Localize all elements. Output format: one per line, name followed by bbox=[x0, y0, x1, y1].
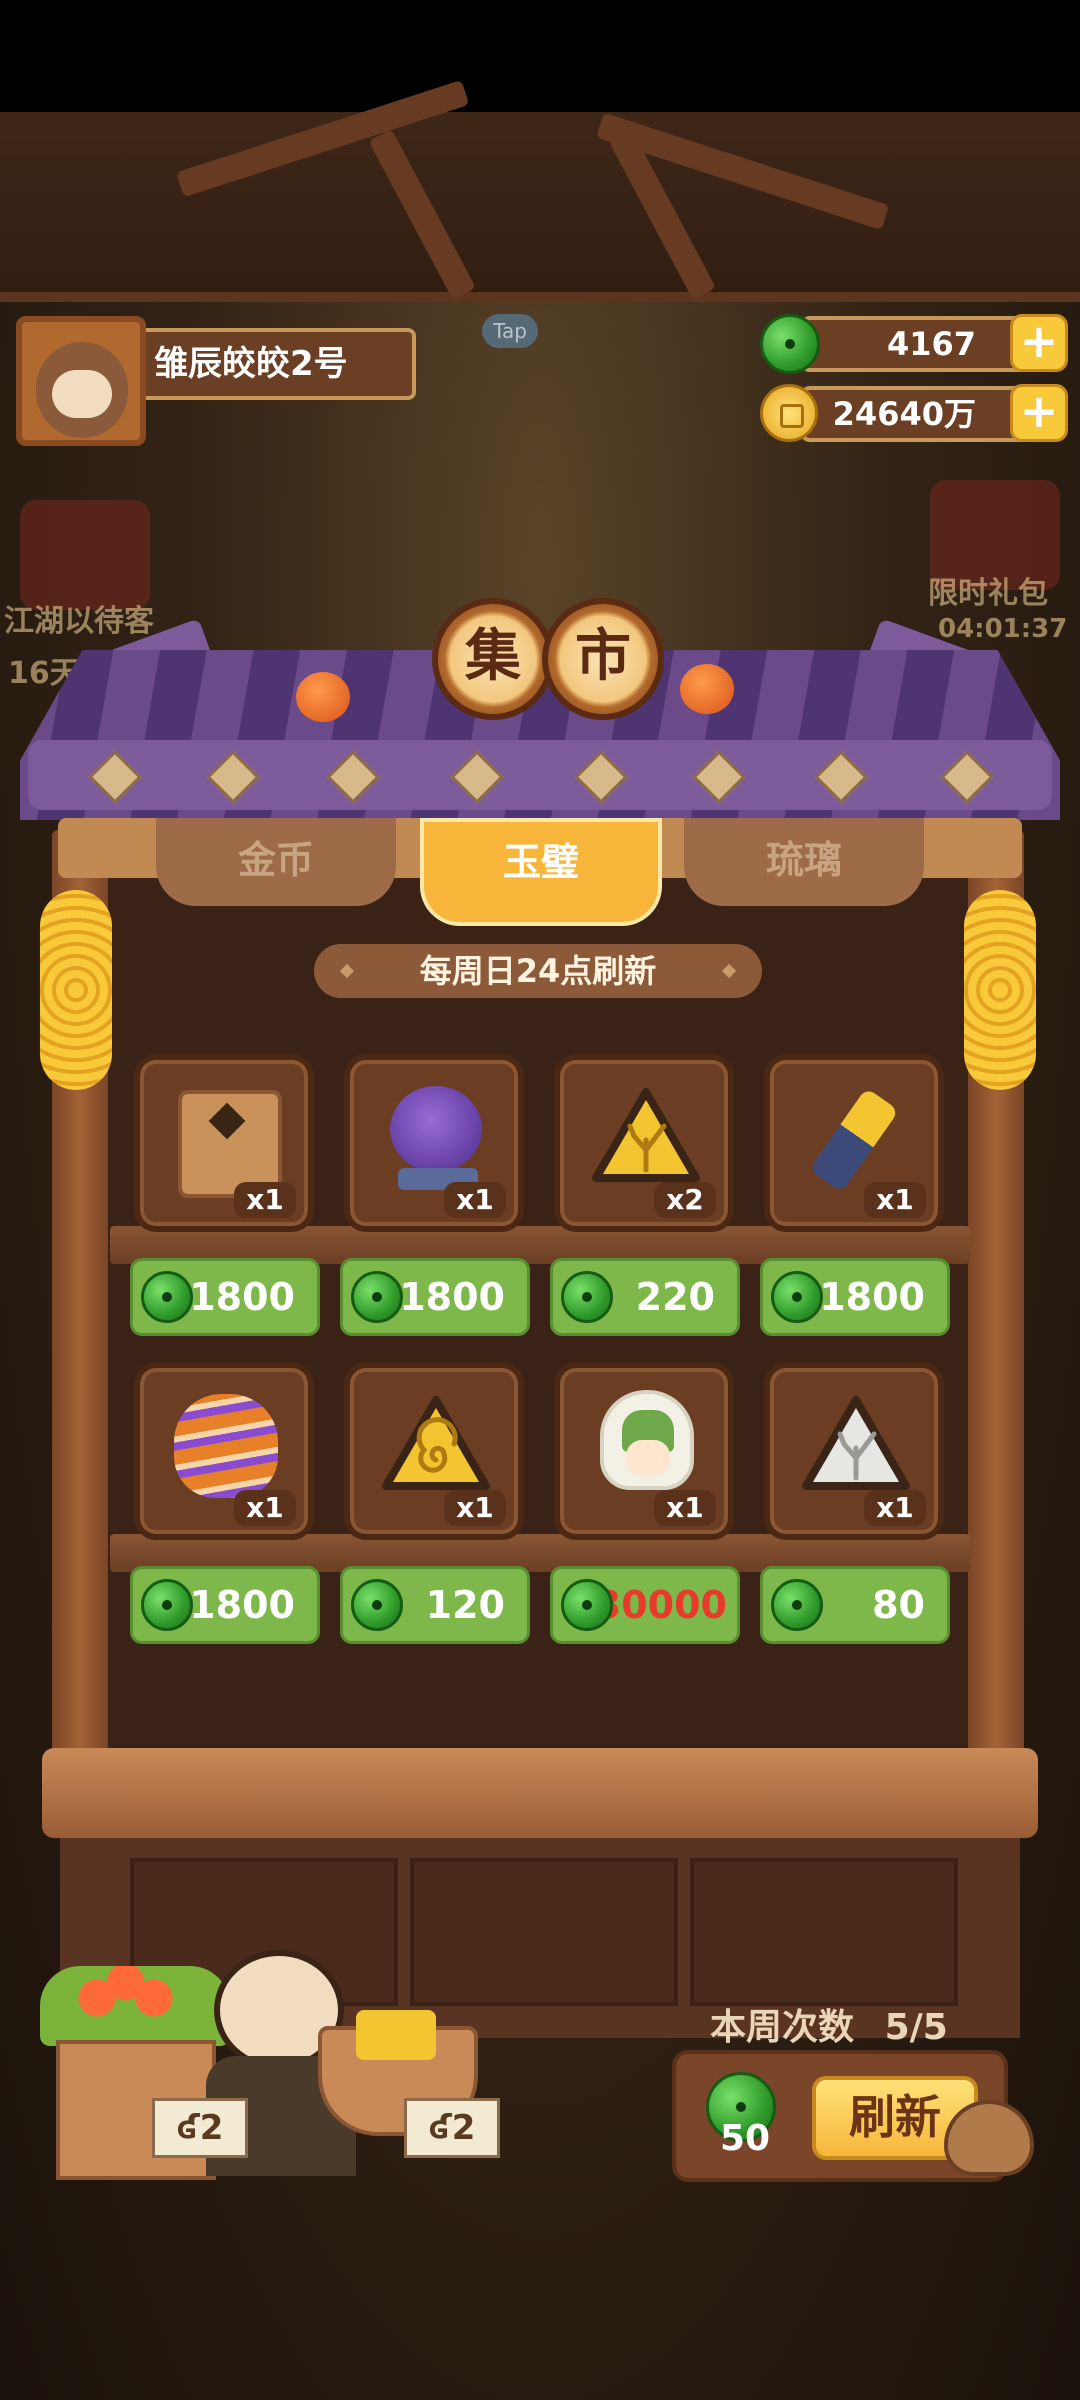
item-price-button[interactable]: 1800 bbox=[340, 1258, 530, 1336]
item-qty: x1 bbox=[444, 1182, 506, 1218]
jade-icon bbox=[561, 1271, 613, 1323]
weekly-refresh-count: 本周次数 5/5 bbox=[710, 1998, 948, 2050]
market-title-char-1: 集 bbox=[432, 598, 554, 720]
jade-icon bbox=[141, 1271, 193, 1323]
flower-vase-icon bbox=[174, 1394, 278, 1498]
gold-spiral-token-icon bbox=[382, 1396, 490, 1490]
price-sign: ʛ2 bbox=[404, 2098, 500, 2158]
player-avatar[interactable] bbox=[16, 316, 146, 446]
silver-coral-token-icon bbox=[802, 1396, 910, 1490]
refresh-cost: 50 bbox=[719, 2118, 771, 2159]
weekly-label: 本周次数 bbox=[710, 2007, 855, 2048]
item-price-button[interactable]: 220 bbox=[550, 1258, 740, 1336]
market-title-char-2: 市 bbox=[542, 598, 664, 720]
item-slot-gold-coral-token[interactable]: x2 bbox=[554, 1054, 734, 1232]
gold-coral-token-icon bbox=[592, 1088, 700, 1182]
jade-icon bbox=[351, 1579, 403, 1631]
item-price-button[interactable]: 80 bbox=[760, 1566, 950, 1644]
item-qty: x1 bbox=[444, 1490, 506, 1526]
tab-jade[interactable]: 玉璧 bbox=[420, 818, 662, 926]
item-price-button[interactable]: 120 bbox=[340, 1566, 530, 1644]
item-qty: x1 bbox=[864, 1490, 926, 1526]
corn-decoration bbox=[964, 890, 1036, 1090]
add-jade-button[interactable]: + bbox=[1010, 314, 1068, 372]
item-qty: x1 bbox=[654, 1490, 716, 1526]
jade-icon bbox=[771, 1271, 823, 1323]
tab-glaze[interactable]: 琉璃 bbox=[684, 818, 924, 906]
purple-cat-statue-icon bbox=[390, 1086, 482, 1172]
jade-icon bbox=[760, 314, 820, 374]
item-qty: x1 bbox=[234, 1182, 296, 1218]
tomato-basket bbox=[40, 1966, 230, 2046]
jade-icon bbox=[561, 1579, 613, 1631]
weekly-refresh-note: 每周日24点刷新 bbox=[314, 944, 762, 998]
item-price-button[interactable]: 30000 bbox=[550, 1566, 740, 1644]
event-left-icon[interactable] bbox=[20, 500, 150, 610]
jade-icon bbox=[141, 1579, 193, 1631]
item-slot-gold-spiral-token[interactable]: x1 bbox=[344, 1362, 524, 1540]
roof-rafters bbox=[0, 79, 1080, 302]
status-bar bbox=[0, 0, 1080, 112]
add-coins-button[interactable]: + bbox=[1010, 384, 1068, 442]
price-sign: ʛ2 bbox=[152, 2098, 248, 2158]
coin-icon bbox=[760, 384, 818, 442]
player-name: 雏辰皎皎2号 bbox=[146, 328, 416, 400]
corn-decoration bbox=[40, 890, 112, 1090]
item-slot-silver-coral-token[interactable]: x1 bbox=[764, 1362, 944, 1540]
jade-balance-value: 4167 bbox=[886, 325, 976, 363]
item-slot-flower-vase[interactable]: x1 bbox=[134, 1362, 314, 1540]
coin-balance-value: 24640万 bbox=[832, 395, 976, 433]
item-price-button[interactable]: 1800 bbox=[760, 1258, 950, 1336]
item-qty: x2 bbox=[654, 1182, 716, 1218]
limited-pack-timer: 04:01:37 bbox=[938, 614, 1068, 644]
item-slot-purple-statue[interactable]: x1 bbox=[344, 1054, 524, 1232]
item-qty: x1 bbox=[864, 1182, 926, 1218]
item-price-button[interactable]: 1800 bbox=[130, 1258, 320, 1336]
persimmon-decoration bbox=[296, 672, 350, 722]
item-slot-puppet-arm[interactable]: x1 bbox=[764, 1054, 944, 1232]
puppet-arm-icon bbox=[808, 1087, 900, 1193]
item-slot-green-hair-character[interactable]: x1 bbox=[554, 1362, 734, 1540]
item-slot-treasure-chest[interactable]: x1 bbox=[134, 1054, 314, 1232]
tap-hint-badge: Tap bbox=[482, 314, 538, 348]
item-price-button[interactable]: 1800 bbox=[130, 1566, 320, 1644]
event-left-label: 江湖以待客 bbox=[4, 604, 154, 639]
item-qty: x1 bbox=[234, 1490, 296, 1526]
weekly-count: 5/5 bbox=[884, 2007, 948, 2048]
jade-icon bbox=[771, 1579, 823, 1631]
tab-gold-coins[interactable]: 金币 bbox=[156, 818, 396, 906]
limited-pack-label: 限时礼包 bbox=[928, 576, 1048, 611]
jade-icon bbox=[351, 1271, 403, 1323]
persimmon-decoration bbox=[680, 664, 734, 714]
